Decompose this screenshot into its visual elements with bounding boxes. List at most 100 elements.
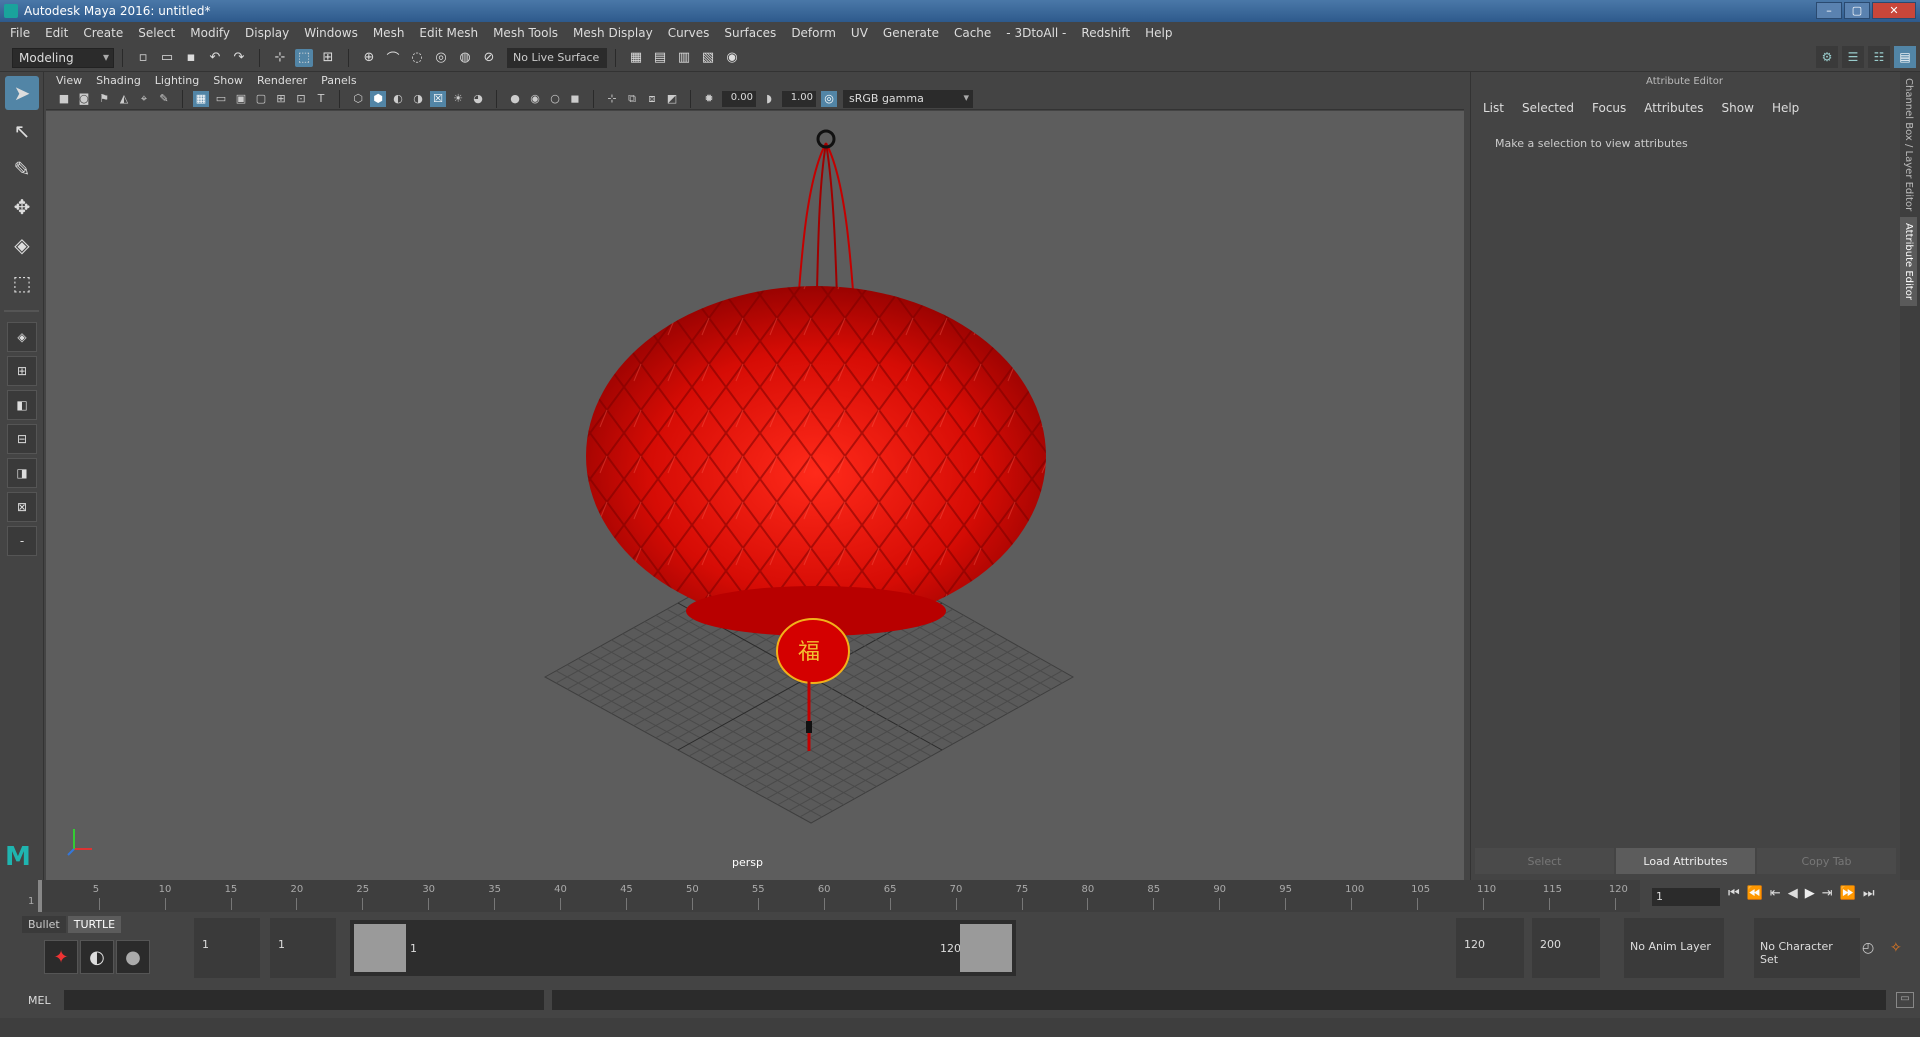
safe-title-icon[interactable]: T xyxy=(313,91,329,107)
grease-pencil-icon[interactable]: ✎ xyxy=(156,91,172,107)
ae-menu-show[interactable]: Show xyxy=(1722,101,1754,115)
mel-label[interactable]: MEL xyxy=(28,994,51,1007)
snap-view-icon[interactable]: ◎ xyxy=(432,49,450,67)
motion-blur-icon[interactable]: ● xyxy=(507,91,523,107)
snap-surface-icon[interactable]: ◍ xyxy=(456,49,474,67)
depth-of-field-icon[interactable]: ○ xyxy=(547,91,563,107)
lasso-tool-icon[interactable]: ↖ xyxy=(5,114,39,148)
select-object-icon[interactable]: ⬚ xyxy=(295,48,313,67)
menu-curves[interactable]: Curves xyxy=(668,26,710,40)
bake-icon[interactable]: ✦ xyxy=(44,940,78,974)
step-back-key-icon[interactable]: ⏪ xyxy=(1747,886,1763,901)
ae-menu-selected[interactable]: Selected xyxy=(1522,101,1574,115)
camera-attributes-icon[interactable]: ◙ xyxy=(76,91,92,107)
backface-culling-icon[interactable]: ◩ xyxy=(664,91,680,107)
attribute-editor-tab[interactable]: Attribute Editor xyxy=(1900,217,1917,307)
menu-edit-mesh[interactable]: Edit Mesh xyxy=(419,26,478,40)
select-tool-icon[interactable]: ➤ xyxy=(5,76,39,110)
safe-action-icon[interactable]: ⊡ xyxy=(293,91,309,107)
ipr-render-icon[interactable]: ▥ xyxy=(675,49,693,67)
range-start-handle[interactable] xyxy=(354,924,406,972)
hypershade-icon[interactable]: ◉ xyxy=(723,49,741,67)
persp-graph-layout-icon[interactable]: ⊟ xyxy=(7,424,37,454)
anim-layer-dropdown[interactable]: No Anim Layer xyxy=(1624,918,1724,978)
live-surface-field[interactable]: No Live Surface xyxy=(507,47,607,68)
single-perspective-layout-icon[interactable]: ◈ xyxy=(7,322,37,352)
undo-icon[interactable]: ↶ xyxy=(206,49,224,67)
playback-end-field[interactable]: 120 xyxy=(1456,918,1524,978)
screen-space-ao-icon[interactable]: ◕ xyxy=(470,91,486,107)
snap-grid-icon[interactable]: ⊕ xyxy=(360,49,378,67)
use-all-lights-icon[interactable]: ☒ xyxy=(430,90,446,107)
bookmark-icon[interactable]: ⚑ xyxy=(96,91,112,107)
menu-mesh-tools[interactable]: Mesh Tools xyxy=(493,26,558,40)
make-live-icon[interactable]: ⊘ xyxy=(480,49,498,67)
persp-uv-layout-icon[interactable]: ⊠ xyxy=(7,492,37,522)
field-chart-icon[interactable]: ⊞ xyxy=(273,91,289,107)
grid-toggle-icon[interactable]: ▦ xyxy=(193,90,209,107)
ae-menu-help[interactable]: Help xyxy=(1772,101,1799,115)
menu-redshift[interactable]: Redshift xyxy=(1081,26,1130,40)
viewport-menu-show[interactable]: Show xyxy=(213,74,243,87)
shadows-icon[interactable]: ☀ xyxy=(450,91,466,107)
snap-curve-icon[interactable]: ⌒ xyxy=(384,49,402,67)
select-hierarchy-icon[interactable]: ⊹ xyxy=(271,49,289,67)
menu-edit[interactable]: Edit xyxy=(45,26,68,40)
render-view-icon[interactable]: ▦ xyxy=(627,49,645,67)
menu-uv[interactable]: UV xyxy=(851,26,868,40)
play-forward-icon[interactable]: ▶ xyxy=(1805,886,1815,901)
exposure-icon[interactable]: ✹ xyxy=(701,91,717,107)
maximize-button[interactable]: ▢ xyxy=(1844,2,1870,19)
go-to-start-icon[interactable]: ⏮ xyxy=(1728,886,1740,901)
current-frame-field[interactable]: 1 xyxy=(1652,888,1720,906)
menu-cache[interactable]: Cache xyxy=(954,26,991,40)
animation-end-field[interactable]: 200 xyxy=(1532,918,1600,978)
time-slider-ruler[interactable]: 1 5 10 15 20 25 30 35 40 45 50 55 60 65 70 75 80 85 90 95 1… xyxy=(28,880,1640,912)
xray-components-icon[interactable]: ⧈ xyxy=(644,91,660,107)
menu-mesh-display[interactable]: Mesh Display xyxy=(573,26,653,40)
ae-menu-focus[interactable]: Focus xyxy=(1592,101,1626,115)
film-gate-icon[interactable]: ▭ xyxy=(213,91,229,107)
menu-surfaces[interactable]: Surfaces xyxy=(724,26,776,40)
snap-point-icon[interactable]: ◌ xyxy=(408,49,426,67)
load-attributes-button[interactable]: Load Attributes xyxy=(1616,848,1755,874)
move-tool-icon[interactable]: ✥ xyxy=(5,190,39,224)
hypershade-layout-icon[interactable]: ◨ xyxy=(7,458,37,488)
persp-outliner-layout-icon[interactable]: ◧ xyxy=(7,390,37,420)
smooth-shade-icon[interactable]: ⬢ xyxy=(370,90,386,107)
menu-generate[interactable]: Generate xyxy=(883,26,939,40)
mel-input[interactable] xyxy=(64,990,544,1010)
menu-3dtoall[interactable]: - 3DtoAll - xyxy=(1006,26,1066,40)
save-scene-icon[interactable]: ▪ xyxy=(182,49,200,67)
menu-select[interactable]: Select xyxy=(138,26,175,40)
viewport-menu-renderer[interactable]: Renderer xyxy=(257,74,307,87)
render-settings-icon[interactable]: ▧ xyxy=(699,49,717,67)
shelf-tab-turtle[interactable]: TURTLE xyxy=(67,916,122,933)
four-view-layout-icon[interactable]: ⊞ xyxy=(7,356,37,386)
menu-create[interactable]: Create xyxy=(83,26,123,40)
range-slider[interactable]: 1 120 xyxy=(350,920,1016,976)
step-forward-key-icon[interactable]: ⏩ xyxy=(1840,886,1856,901)
wireframe-icon[interactable]: ⬡ xyxy=(350,91,366,107)
attribute-editor-toggle-icon[interactable]: ▤ xyxy=(1894,46,1916,68)
minimize-button[interactable]: – xyxy=(1816,2,1842,19)
color-management-icon[interactable]: ◎ xyxy=(821,90,837,107)
select-button[interactable]: Select xyxy=(1475,848,1614,874)
modeling-toolkit-icon[interactable]: ⚙ xyxy=(1816,46,1838,68)
gamma-icon[interactable]: ◗ xyxy=(761,91,777,107)
exposure-field[interactable]: 0.00 xyxy=(722,90,756,107)
rotate-tool-icon[interactable]: ◈ xyxy=(5,228,39,262)
scale-tool-icon[interactable]: ⬚ xyxy=(5,266,39,300)
menu-set-dropdown[interactable]: Modeling xyxy=(12,47,114,68)
paint-select-tool-icon[interactable]: ✎ xyxy=(5,152,39,186)
viewport-menu-panels[interactable]: Panels xyxy=(321,74,356,87)
isolate-select-icon[interactable]: ◼ xyxy=(567,91,583,107)
human-ik-icon[interactable]: ☰ xyxy=(1842,46,1864,68)
resolution-gate-icon[interactable]: ▣ xyxy=(233,91,249,107)
xray-joints-icon[interactable]: ⧉ xyxy=(624,91,640,107)
shelf-tab-bullet[interactable]: Bullet xyxy=(22,916,66,933)
menu-help[interactable]: Help xyxy=(1145,26,1172,40)
multisample-aa-icon[interactable]: ◉ xyxy=(527,91,543,107)
range-end-handle[interactable] xyxy=(960,924,1012,972)
playback-start-field[interactable]: 1 xyxy=(270,918,336,978)
